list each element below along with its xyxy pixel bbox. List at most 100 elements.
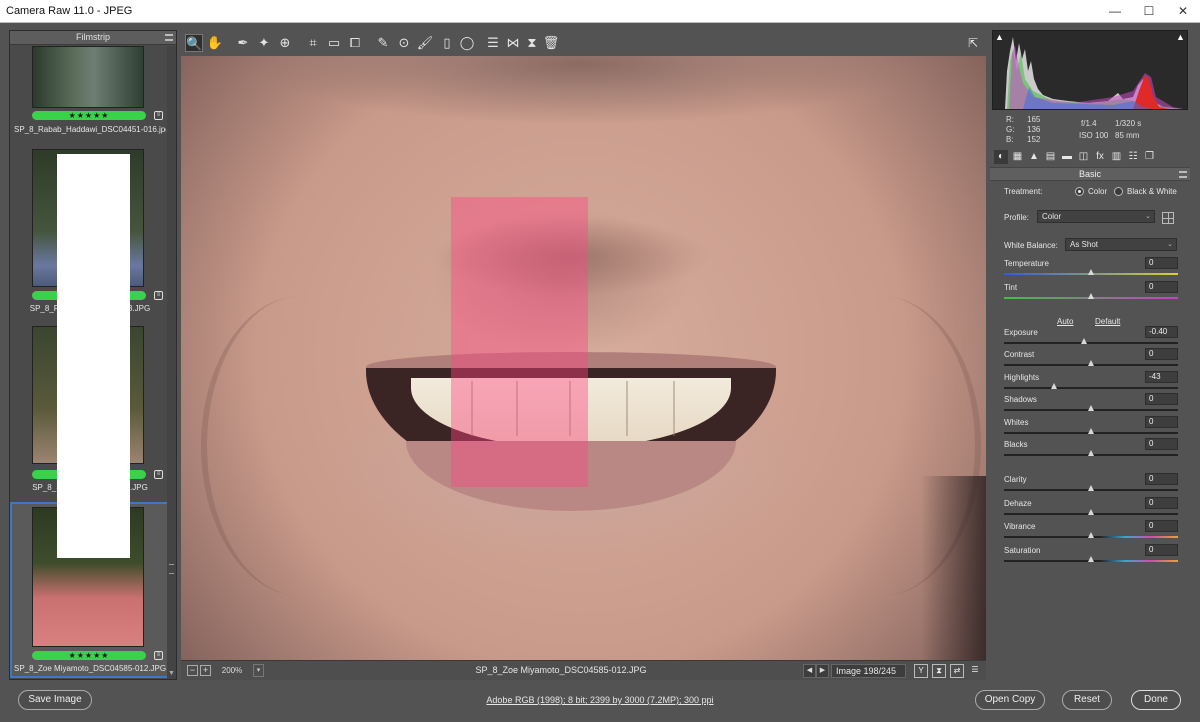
temperature-value-field[interactable]: 0 (1145, 257, 1178, 269)
maximize-button[interactable]: ☐ (1132, 0, 1166, 23)
preferences-tool-icon[interactable]: ☰ (484, 34, 502, 52)
profile-browser-icon[interactable] (1162, 212, 1174, 224)
tint-slider-handle[interactable] (1088, 293, 1094, 299)
zoom-tool-icon[interactable]: 🔍 (185, 34, 203, 52)
export-icon[interactable]: ⇱ (964, 34, 982, 52)
chevron-down-icon: ⌄ (1167, 241, 1173, 248)
image-counter: Image 198/245 (831, 664, 906, 678)
tint-value-field[interactable]: 0 (1145, 281, 1178, 293)
presets-tab-icon[interactable]: ☷ (1126, 150, 1140, 164)
straighten-tool-icon[interactable]: ▭ (325, 34, 343, 52)
delete-tool-icon[interactable]: 🗑 (542, 34, 560, 52)
split-toning-tab-icon[interactable]: ▬ (1060, 150, 1074, 164)
saturation-value-field[interactable]: 0 (1145, 544, 1178, 556)
aperture-value: f/1.4 (1081, 119, 1097, 128)
exposure-slider-track[interactable] (1004, 342, 1178, 344)
white-balance-tool-icon[interactable]: ✒ (234, 34, 252, 52)
rotate-right-tool-icon[interactable]: ⧗ (523, 34, 541, 52)
scroll-down-icon[interactable]: ▼ (168, 670, 175, 677)
tone-curve-tab-icon[interactable]: ▦ (1011, 150, 1025, 164)
highlights-slider-handle[interactable] (1051, 383, 1058, 389)
white-balance-select[interactable]: As Shot ⌄ (1065, 238, 1177, 251)
shadow-clipping-warning-icon[interactable]: ▲ (995, 32, 1004, 42)
white-balance-label: White Balance: (1004, 241, 1058, 250)
highlight-clipping-warning-icon[interactable]: ▲ (1176, 32, 1185, 42)
next-image-button[interactable]: ▶ (816, 664, 829, 678)
rating-stars[interactable]: ★★★★★ (32, 651, 146, 660)
calibration-tab-icon[interactable]: ▥ (1110, 150, 1124, 164)
exposure-value-field[interactable]: -0.40 (1145, 326, 1178, 338)
reset-button[interactable]: Reset (1062, 690, 1112, 710)
swap-settings-icon[interactable]: ⧗ (932, 664, 946, 678)
panel-menu-icon[interactable] (1179, 171, 1187, 178)
dehaze-slider-handle[interactable] (1088, 509, 1094, 515)
zoom-dropdown-icon[interactable]: ▾ (253, 664, 264, 677)
zoom-in-button[interactable]: + (200, 665, 211, 676)
treatment-color-radio[interactable] (1075, 187, 1084, 196)
dehaze-value-field[interactable]: 0 (1145, 497, 1178, 509)
exposure-slider-handle[interactable] (1081, 338, 1088, 344)
hsl-tab-icon[interactable]: ▤ (1044, 150, 1058, 164)
scroll-grip-icon[interactable] (169, 564, 174, 574)
treatment-bw-label[interactable]: Black & White (1127, 187, 1177, 196)
rotate-left-tool-icon[interactable]: ⋈ (504, 34, 522, 52)
previous-image-button[interactable]: ◀ (803, 664, 816, 678)
adjustment-brush-tool-icon[interactable]: 🖌 (416, 34, 434, 52)
graduated-filter-tool-icon[interactable]: ▯ (438, 34, 456, 52)
contrast-value-field[interactable]: 0 (1145, 348, 1178, 360)
auto-link[interactable]: Auto (1057, 317, 1073, 326)
image-preview[interactable] (181, 56, 986, 660)
window-title: Camera Raw 11.0 - JPEG (6, 5, 133, 17)
treatment-color-label[interactable]: Color (1088, 187, 1107, 196)
whites-slider-handle[interactable] (1088, 428, 1094, 434)
workflow-options-link[interactable]: Adobe RGB (1998); 8 bit; 2399 by 3000 (7… (420, 695, 780, 705)
highlights-slider-track[interactable] (1004, 387, 1178, 389)
red-eye-tool-icon[interactable]: ⊙ (395, 34, 413, 52)
filmstrip-scrollbar[interactable]: ▼ (167, 46, 176, 679)
basic-tab-icon[interactable]: ◐ (994, 150, 1008, 164)
lens-corrections-tab-icon[interactable]: ◫ (1077, 150, 1091, 164)
shadows-slider-handle[interactable] (1088, 405, 1094, 411)
open-copy-button[interactable]: Open Copy (975, 690, 1045, 710)
histogram-graph (1005, 37, 1183, 109)
default-link[interactable]: Default (1095, 317, 1120, 326)
clarity-value-field[interactable]: 0 (1145, 473, 1178, 485)
done-button[interactable]: Done (1131, 690, 1181, 710)
color-sampler-tool-icon[interactable]: ✦ (255, 34, 273, 52)
crop-tool-icon[interactable]: ⌗ (304, 34, 322, 52)
before-after-icon[interactable]: Y (914, 664, 928, 678)
zoom-level[interactable]: 200% (214, 664, 250, 678)
targeted-adjustment-tool-icon[interactable]: ⊕ (276, 34, 294, 52)
radial-filter-tool-icon[interactable]: ◯ (458, 34, 476, 52)
snapshots-tab-icon[interactable]: ❐ (1143, 150, 1157, 164)
blacks-slider-handle[interactable] (1088, 450, 1094, 456)
close-button[interactable]: ✕ (1166, 0, 1200, 23)
minimize-button[interactable]: — (1098, 0, 1132, 23)
save-image-button[interactable]: Save Image (18, 690, 92, 710)
blacks-value-field[interactable]: 0 (1145, 438, 1178, 450)
tooth-gap (626, 381, 628, 436)
detail-tab-icon[interactable]: ▲ (1027, 150, 1041, 164)
spot-removal-tool-icon[interactable]: ✎ (374, 34, 392, 52)
whites-value-field[interactable]: 0 (1145, 416, 1178, 428)
highlights-value-field[interactable]: -43 (1145, 371, 1178, 383)
hand-tool-icon[interactable]: ✋ (206, 34, 224, 52)
view-settings-icon[interactable]: ☰ (968, 664, 982, 678)
zoom-out-button[interactable]: − (187, 665, 198, 676)
rating-stars[interactable]: ★★★★★ (32, 111, 146, 120)
g-value: 136 (1027, 125, 1041, 134)
clarity-slider-handle[interactable] (1088, 485, 1094, 491)
transform-tool-icon[interactable]: ⧠ (346, 34, 364, 52)
filmstrip-item[interactable]: ★★★★★ ≡ SP_8_Rabab_Haddawi_DSC04451-016.… (12, 46, 167, 142)
contrast-slider-handle[interactable] (1088, 360, 1094, 366)
effects-tab-icon[interactable]: fx (1093, 150, 1107, 164)
copy-settings-icon[interactable]: ⇄ (950, 664, 964, 678)
vibrance-value-field[interactable]: 0 (1145, 520, 1178, 532)
saturation-slider-handle[interactable] (1088, 556, 1094, 562)
profile-select[interactable]: Color ⌄ (1037, 210, 1155, 223)
vibrance-slider-handle[interactable] (1088, 532, 1094, 538)
shadows-value-field[interactable]: 0 (1145, 393, 1178, 405)
treatment-bw-radio[interactable] (1114, 187, 1123, 196)
filmstrip-menu-icon[interactable] (165, 34, 173, 41)
temperature-slider-handle[interactable] (1088, 269, 1094, 275)
